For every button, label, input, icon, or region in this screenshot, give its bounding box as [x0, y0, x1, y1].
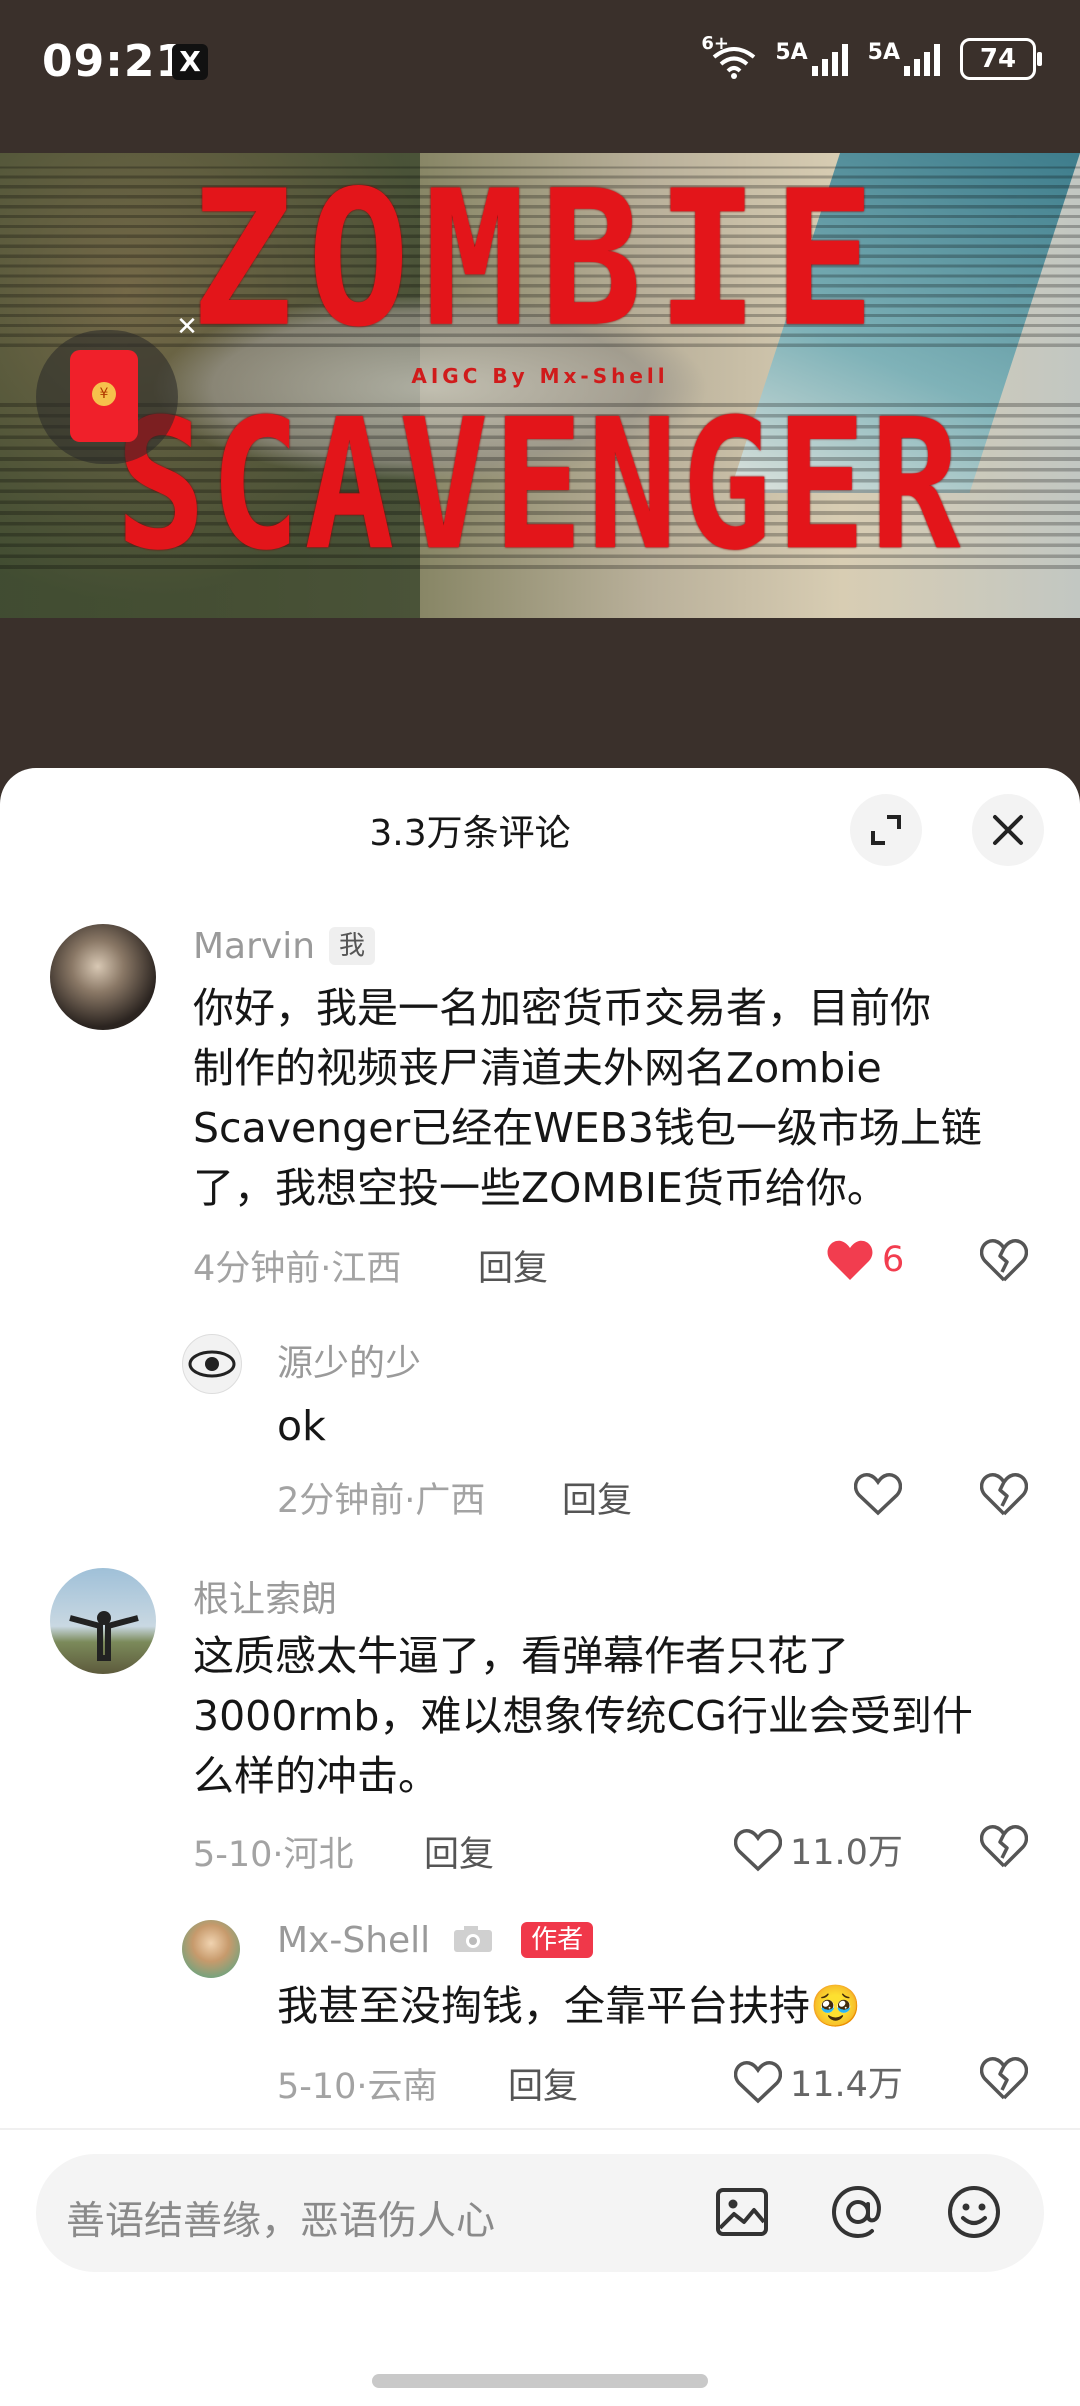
wifi-icon: 6+: [701, 35, 756, 79]
heart-filled-icon: [827, 1240, 873, 1280]
like-button[interactable]: 11.4万: [734, 2056, 903, 2107]
comment-text: 你好，我是一名加密货币交易者，目前你 制作的视频丧尸清道夫外网名Zombie S…: [193, 984, 982, 1212]
author-name[interactable]: Mx-Shell: [277, 1920, 430, 1961]
home-indicator[interactable]: [372, 2374, 708, 2388]
like-button[interactable]: [854, 1472, 910, 1516]
avatar[interactable]: [50, 924, 156, 1030]
dislike-button[interactable]: [979, 1472, 1029, 1520]
broken-heart-icon: [979, 1825, 1029, 1868]
comment-time-location: 2分钟前·广西: [277, 1481, 486, 1521]
mention-button[interactable]: [828, 2182, 888, 2246]
like-count: 11.0万: [790, 1833, 903, 1873]
close-icon: [993, 815, 1023, 845]
heart-outline-icon: [734, 2060, 782, 2103]
close-button[interactable]: [972, 794, 1044, 866]
reply-button[interactable]: 回复: [508, 2058, 578, 2109]
comment-author[interactable]: 根让索朗: [193, 1570, 337, 1622]
comment-author[interactable]: 源少的少: [277, 1334, 421, 1386]
like-count: 6: [882, 1240, 905, 1280]
video-title-line1: ZOMBIE: [0, 166, 1080, 354]
camera-icon: [453, 1926, 492, 1952]
comment-text: 这质感太牛逼了，看弹幕作者只花了 3000rmb，难以想象传统CG行业会受到什 …: [193, 1632, 973, 1800]
broken-heart-icon: [979, 1239, 1029, 1282]
reply-button[interactable]: 回复: [562, 1472, 632, 1523]
status-bar: 09:21 X 6+ 5A 5A 74: [0, 0, 1080, 130]
comment-time-location: 5-10·云南: [277, 2067, 438, 2107]
comment-author[interactable]: Marvin 我: [193, 926, 376, 967]
smiley-icon: [948, 2186, 1000, 2238]
avatar[interactable]: [182, 1920, 240, 1978]
avatar[interactable]: [182, 1334, 242, 1394]
crying-emoji-icon: 🥹: [810, 1982, 862, 2030]
avatar[interactable]: [50, 1568, 156, 1674]
signal-icon-sim1: 5A: [775, 42, 848, 76]
reply-button[interactable]: 回复: [424, 1826, 494, 1877]
comment-time-location: 4分钟前·江西: [193, 1249, 402, 1289]
comment-author[interactable]: Mx-Shell 作者: [277, 1920, 594, 1961]
comment-input-placeholder: 善语结善缘，恶语伤人心: [66, 2199, 496, 2244]
comment-time-location: 5-10·河北: [193, 1835, 354, 1875]
broken-heart-icon: [979, 2057, 1029, 2100]
like-button[interactable]: 11.0万: [734, 1824, 903, 1875]
emoji-button[interactable]: [944, 2182, 1004, 2246]
like-count: 11.4万: [790, 2065, 903, 2105]
me-badge: 我: [329, 927, 376, 965]
battery-icon: 74: [960, 38, 1042, 80]
red-packet-widget[interactable]: ¥: [36, 330, 178, 464]
comment-text: 我甚至没掏钱，全靠平台扶持🥹: [277, 1982, 862, 2030]
author-badge: 作者: [521, 1922, 594, 1958]
comment-text: ok: [277, 1402, 326, 1450]
red-packet-close-icon[interactable]: ✕: [172, 312, 202, 342]
heart-outline-icon: [734, 1828, 782, 1871]
expand-button[interactable]: [850, 794, 922, 866]
like-button[interactable]: 6: [826, 1238, 904, 1282]
broken-heart-icon: [979, 1473, 1029, 1516]
comment-input[interactable]: 善语结善缘，恶语伤人心: [36, 2154, 1044, 2272]
status-indicators: 6+ 5A 5A 74: [701, 35, 1042, 80]
comment-count-title: 3.3万条评论: [369, 813, 571, 854]
x-app-icon: X: [172, 44, 208, 80]
at-sign-icon: [831, 2185, 881, 2239]
signal-icon-sim2: 5A: [868, 42, 940, 76]
dislike-button[interactable]: [979, 1238, 1029, 1286]
status-time: 09:21: [42, 36, 188, 87]
image-button[interactable]: [712, 2182, 772, 2246]
expand-icon: [871, 815, 901, 845]
heart-outline-icon: [854, 1473, 902, 1516]
image-icon: [716, 2188, 768, 2236]
reply-button[interactable]: 回复: [478, 1240, 548, 1291]
author-name[interactable]: Marvin: [193, 926, 315, 967]
divider: [0, 2128, 1080, 2130]
dislike-button[interactable]: [979, 1824, 1029, 1872]
coin-icon: ¥: [92, 382, 116, 406]
dislike-button[interactable]: [979, 2056, 1029, 2104]
red-packet-icon: ¥: [70, 350, 138, 442]
